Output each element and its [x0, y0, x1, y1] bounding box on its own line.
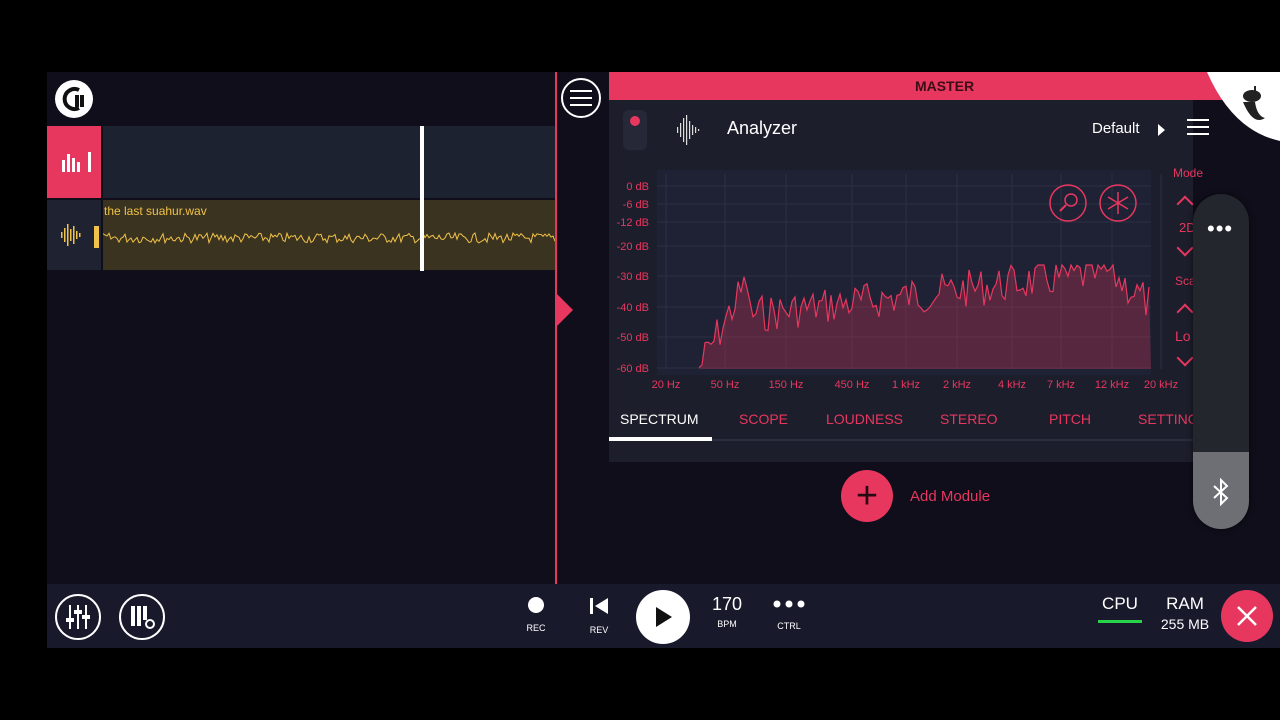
app-window: the last suahur.wav MASTER Analyzer Defa…	[47, 72, 1280, 648]
record-icon	[528, 597, 544, 613]
cpu-level-bar	[1098, 620, 1142, 623]
rev-label: REV	[589, 625, 609, 635]
app-logo-button[interactable]	[55, 80, 93, 118]
ram-value: 255 MB	[1160, 616, 1210, 632]
mode-up-icon[interactable]	[1176, 195, 1194, 213]
main-menu-button[interactable]	[561, 78, 601, 118]
tab-stereo[interactable]: STEREO	[940, 411, 998, 427]
active-tab-indicator	[609, 437, 712, 441]
plus-icon: +	[841, 470, 893, 522]
tab-scope[interactable]: SCOPE	[739, 411, 788, 427]
menu-icon	[570, 90, 592, 106]
ram-meter: RAM 255 MB	[1155, 594, 1215, 632]
play-icon	[656, 607, 672, 627]
db-tick-label: -50 dB	[617, 332, 649, 344]
db-tick-label: -40 dB	[617, 302, 649, 314]
hz-tick-label: 7 kHz	[1047, 379, 1075, 391]
add-module-button[interactable]: + Add Module	[841, 470, 990, 522]
timeline: the last suahur.wav	[47, 72, 555, 584]
panel-divider[interactable]	[555, 72, 557, 584]
rec-label: REC	[526, 623, 546, 633]
waveform-icon	[61, 224, 81, 246]
record-button[interactable]: REC	[516, 596, 556, 633]
floating-control-pill[interactable]: ••• –	[1193, 194, 1249, 529]
analyzer-tabs: SPECTRUM SCOPE LOUDNESS STEREO PITCH SET…	[609, 407, 1193, 441]
ram-label: RAM	[1166, 594, 1204, 613]
tab-spectrum[interactable]: SPECTRUM	[620, 411, 699, 427]
mixer-sliders-icon	[66, 605, 90, 629]
scale-up-icon[interactable]	[1176, 303, 1194, 321]
db-tick-label: -20 dB	[617, 241, 649, 253]
module-power-toggle[interactable]	[623, 110, 647, 150]
hz-tick-label: 50 Hz	[711, 379, 740, 391]
db-tick-label: -6 dB	[623, 199, 649, 211]
hz-tick-label: 12 kHz	[1095, 379, 1129, 391]
play-button[interactable]	[636, 590, 690, 644]
fruit-logo-icon	[1207, 72, 1280, 141]
module-menu-button[interactable]	[1187, 119, 1209, 140]
db-tick-label: -30 dB	[617, 271, 649, 283]
hz-tick-label: 4 kHz	[998, 379, 1026, 391]
hz-tick-label: 20 kHz	[1144, 379, 1178, 391]
tab-settings[interactable]: SETTING	[1138, 411, 1193, 427]
hz-tick-label: 2 kHz	[943, 379, 971, 391]
piano-settings-button[interactable]	[119, 594, 165, 640]
app-logo-icon	[62, 87, 84, 111]
fl-studio-badge[interactable]	[1207, 72, 1280, 144]
audio-clip[interactable]: the last suahur.wav	[103, 200, 555, 270]
close-icon	[1237, 606, 1257, 626]
spectrum-graph[interactable]: 0 dB -6 dB -12 dB -20 dB -30 dB -40 dB -50 dB -…	[609, 170, 1193, 395]
master-track-header[interactable]	[47, 126, 101, 198]
bluetooth-button[interactable]	[1193, 452, 1249, 529]
audio-track-header[interactable]	[47, 200, 101, 270]
collapse-arrow-icon[interactable]	[557, 294, 573, 326]
tab-track	[712, 439, 1193, 441]
tab-pitch[interactable]: PITCH	[1049, 411, 1091, 427]
piano-gear-icon	[131, 606, 155, 629]
clip-waveform	[103, 231, 555, 245]
mode-label: Mode	[1173, 166, 1204, 180]
bluetooth-icon	[1213, 478, 1229, 506]
tempo-control[interactable]: 170 BPM	[702, 594, 752, 629]
analyzer-module: Analyzer Default 0 dB -6 dB -12 dB -20 dB -3…	[609, 100, 1209, 462]
more-dots-icon	[773, 600, 805, 608]
db-tick-label: -12 dB	[617, 217, 649, 229]
power-indicator	[630, 116, 640, 126]
mixer-button[interactable]	[55, 594, 101, 640]
db-tick-label: 0 dB	[626, 181, 649, 193]
bpm-value: 170	[711, 594, 743, 614]
transport-bar: REC REV 170 BPM CTRL CPU RAM 255 MB	[47, 584, 1280, 648]
ctrl-button[interactable]: CTRL	[769, 596, 809, 631]
audio-track-accent	[94, 226, 99, 248]
preset-selector[interactable]: Default	[1092, 120, 1140, 137]
rewind-button[interactable]: REV	[579, 596, 619, 635]
close-button[interactable]	[1221, 590, 1273, 642]
ctrl-label: CTRL	[777, 621, 801, 631]
hz-tick-label: 20 Hz	[652, 379, 681, 391]
cpu-label: CPU	[1102, 594, 1138, 613]
more-icon[interactable]: •••	[1207, 216, 1233, 242]
master-header: MASTER	[609, 72, 1280, 100]
cpu-meter: CPU	[1095, 594, 1145, 623]
mode-down-icon[interactable]	[1176, 239, 1194, 257]
analyzer-header: Analyzer Default	[609, 100, 1209, 158]
skip-back-icon	[590, 598, 608, 614]
hz-tick-label: 450 Hz	[835, 379, 870, 391]
add-module-label: Add Module	[910, 487, 991, 505]
db-tick-label: -60 dB	[617, 363, 649, 375]
mixer-bars-icon	[62, 152, 91, 172]
scale-value: Lo	[1175, 328, 1191, 344]
hz-tick-label: 150 Hz	[769, 379, 804, 391]
scale-down-icon[interactable]	[1176, 349, 1194, 367]
tab-loudness[interactable]: LOUDNESS	[826, 411, 903, 427]
playhead[interactable]	[420, 126, 424, 271]
module-title: Analyzer	[727, 118, 798, 138]
bpm-label: BPM	[717, 619, 737, 629]
preset-arrow-icon[interactable]	[1158, 124, 1165, 136]
analyzer-waveform-icon	[677, 115, 700, 145]
master-track-lane[interactable]	[103, 126, 555, 198]
hz-tick-label: 1 kHz	[892, 379, 920, 391]
